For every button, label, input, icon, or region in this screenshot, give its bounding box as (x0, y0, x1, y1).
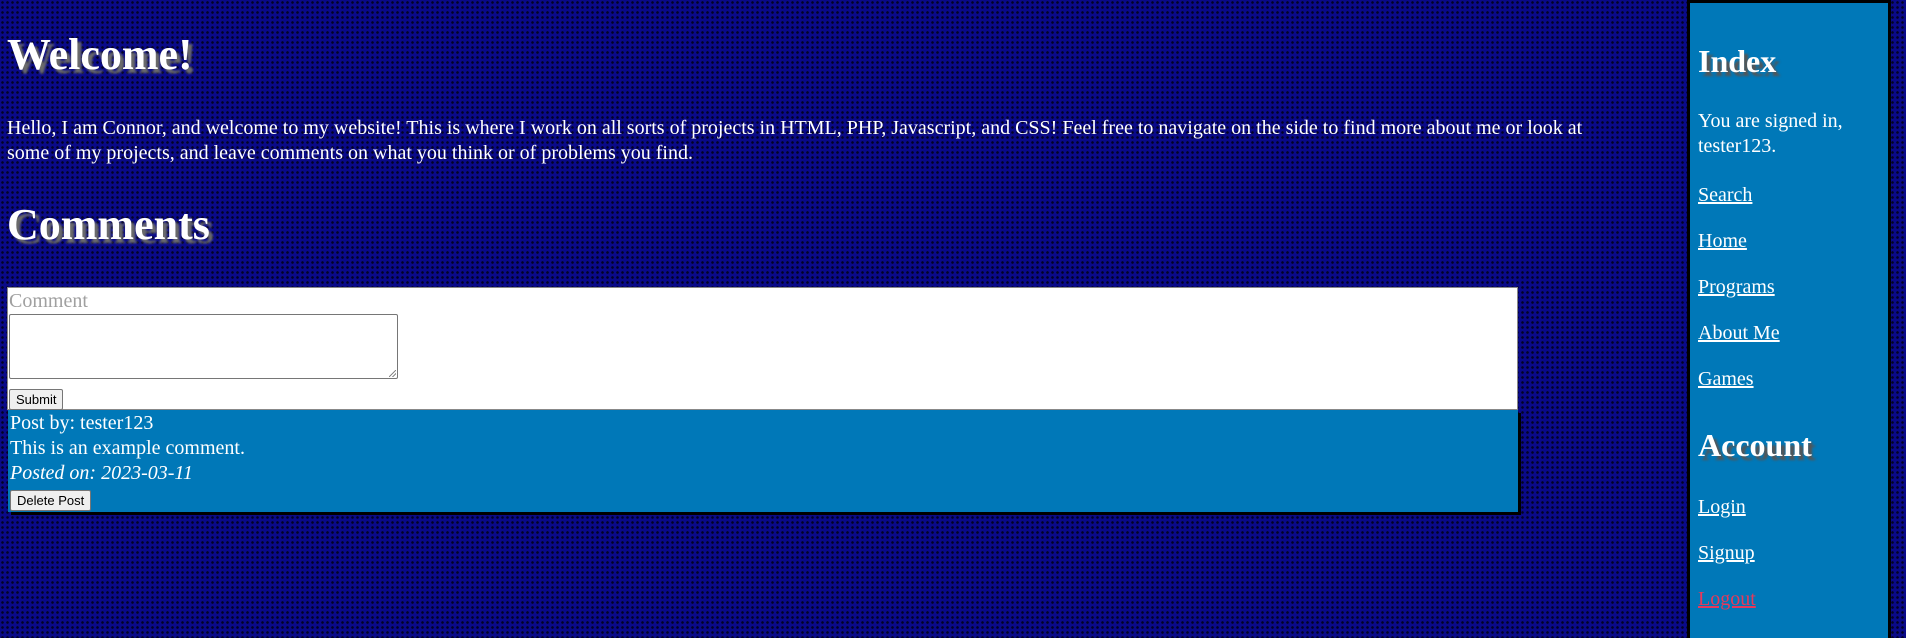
sidebar-account-heading: Account (1698, 427, 1812, 463)
comment-form: Comment Submit (7, 287, 1518, 410)
delete-post-button[interactable]: Delete Post (10, 490, 92, 511)
sidebar-link-programs[interactable]: Programs (1698, 275, 1775, 300)
post-date: Posted on: 2023-03-11 (10, 462, 193, 484)
sidebar-index-heading: Index (1698, 43, 1777, 79)
welcome-heading: Welcome! (7, 30, 193, 79)
submit-button[interactable]: Submit (9, 389, 64, 410)
sidebar-link-about-me[interactable]: About Me (1698, 321, 1780, 346)
sidebar-link-logout[interactable]: Logout (1698, 587, 1756, 612)
intro-paragraph: Hello, I am Connor, and welcome to my we… (7, 117, 1583, 164)
sidebar-link-signup[interactable]: Signup (1698, 541, 1755, 566)
signed-in-status: You are signed in, tester123. (1698, 110, 1843, 157)
sidebar: Index You are signed in, tester123. Sear… (1687, 0, 1891, 638)
sidebar-link-home[interactable]: Home (1698, 229, 1747, 254)
post-author: Post by: tester123 (10, 412, 154, 434)
comment-post: Post by: tester123 This is an example co… (8, 410, 1518, 512)
sidebar-link-games[interactable]: Games (1698, 367, 1754, 392)
comments-heading: Comments (7, 200, 210, 249)
resize-handle-icon[interactable] (389, 370, 396, 377)
sidebar-link-search[interactable]: Search (1698, 183, 1752, 208)
comment-label: Comment (9, 290, 88, 312)
sidebar-link-login[interactable]: Login (1698, 495, 1746, 520)
comment-textarea[interactable] (9, 314, 398, 379)
post-body: This is an example comment. (10, 437, 245, 459)
